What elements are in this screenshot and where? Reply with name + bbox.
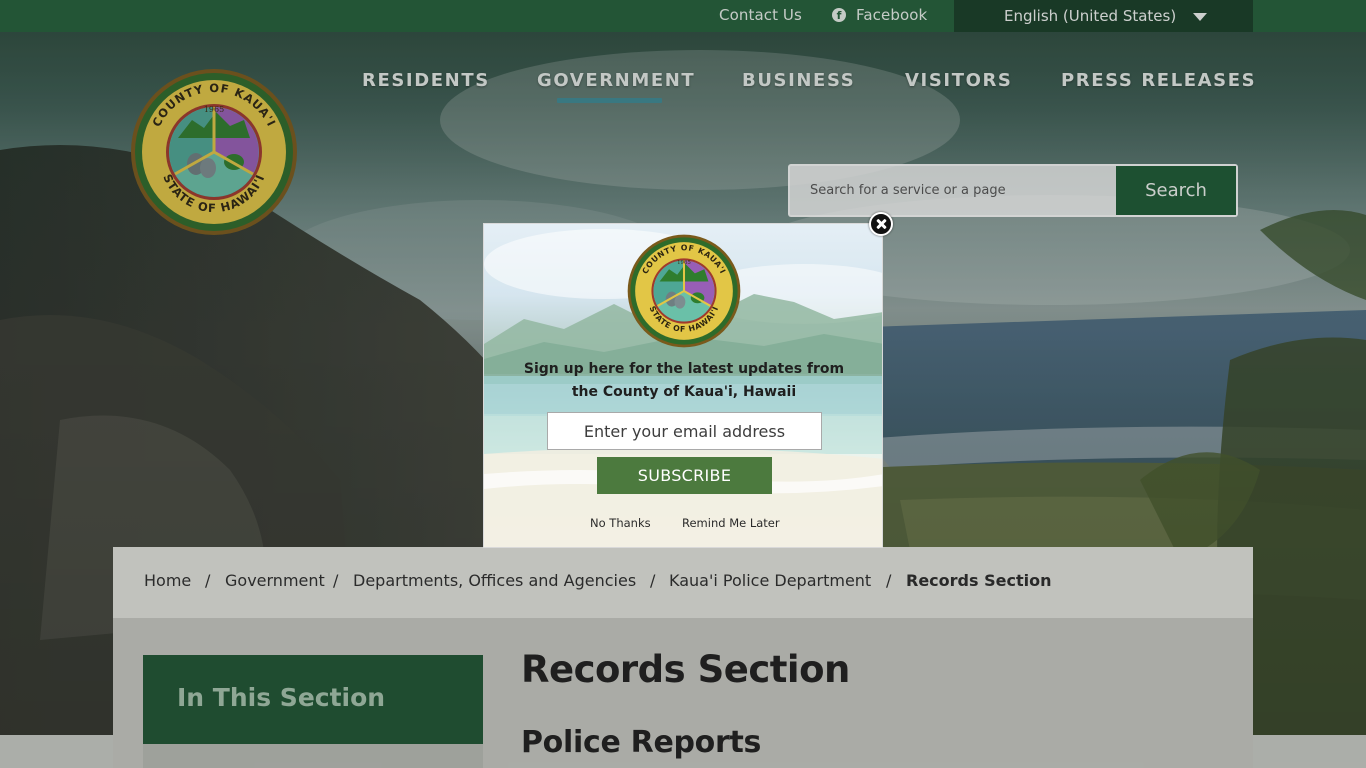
- close-icon[interactable]: [869, 212, 893, 236]
- site-search: Search: [788, 164, 1238, 217]
- newsletter-modal: COUNTY OF KAUA'I STATE OF HAWAI'I 1965 S…: [483, 223, 883, 548]
- in-this-section-header: In This Section: [143, 655, 483, 744]
- remind-me-later-link[interactable]: Remind Me Later: [682, 516, 780, 530]
- email-field[interactable]: [547, 412, 822, 450]
- search-input[interactable]: [790, 166, 1116, 215]
- breadcrumb-separator: /: [886, 571, 892, 590]
- seal-year: 1965: [204, 105, 224, 114]
- subscribe-button[interactable]: SUBSCRIBE: [597, 457, 772, 494]
- nav-active-indicator: [557, 98, 662, 103]
- breadcrumb-current: Records Section: [906, 571, 1052, 590]
- nav-press-releases[interactable]: PRESS RELEASES: [1061, 70, 1256, 91]
- chevron-down-icon: [1193, 13, 1207, 21]
- breadcrumb-departments[interactable]: Departments, Offices and Agencies: [353, 571, 636, 590]
- breadcrumb-separator: /: [650, 571, 656, 590]
- utility-bar: Contact Us f Facebook English (United St…: [0, 0, 1366, 32]
- page-title: Records Section: [521, 648, 850, 691]
- breadcrumb-government[interactable]: Government: [225, 571, 325, 590]
- nav-residents[interactable]: RESIDENTS: [362, 70, 490, 91]
- no-thanks-link[interactable]: No Thanks: [590, 516, 651, 530]
- breadcrumb-separator: /: [333, 571, 339, 590]
- modal-seal-year: 1965: [677, 260, 691, 266]
- nav-government[interactable]: GOVERNMENT: [537, 70, 695, 91]
- in-this-section-label: In This Section: [177, 683, 386, 712]
- language-selected-value: English (United States): [1004, 7, 1177, 25]
- contact-us-link[interactable]: Contact Us: [719, 6, 802, 24]
- search-button[interactable]: Search: [1116, 166, 1236, 215]
- language-select[interactable]: English (United States): [954, 0, 1253, 32]
- breadcrumb-separator: /: [205, 571, 211, 590]
- county-seal-logo[interactable]: COUNTY OF KAUA'I STATE OF HAWAI'I 1965: [130, 68, 298, 236]
- section-nav-list: [143, 744, 483, 768]
- modal-message: Sign up here for the latest updates from…: [523, 361, 845, 400]
- facebook-link[interactable]: Facebook: [856, 6, 927, 24]
- modal-county-seal: COUNTY OF KAUA'I STATE OF HAWAI'I 1965: [627, 234, 741, 348]
- nav-visitors[interactable]: VISITORS: [905, 70, 1013, 91]
- nav-business[interactable]: BUSINESS: [742, 70, 855, 91]
- breadcrumb-home[interactable]: Home: [144, 571, 191, 590]
- section-heading: Police Reports: [521, 725, 762, 760]
- breadcrumb-police-department[interactable]: Kaua'i Police Department: [669, 571, 871, 590]
- facebook-icon: f: [832, 8, 846, 22]
